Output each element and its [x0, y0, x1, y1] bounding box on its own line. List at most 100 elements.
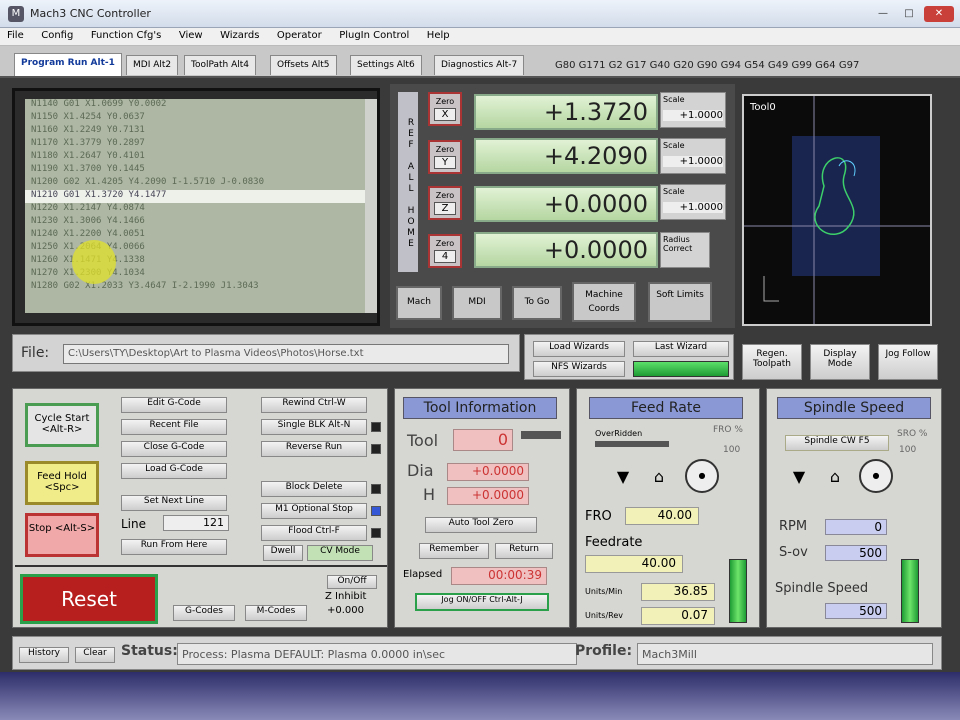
gcode-line[interactable]: N1280 G02 X1.2033 Y3.4647 I-2.1990 J1.30…: [25, 281, 365, 294]
feed-down-icon[interactable]: ▼: [613, 467, 633, 487]
m1-optional-stop-button[interactable]: M1 Optional Stop: [261, 503, 367, 519]
spindle-cw-button[interactable]: Spindle CW F5: [785, 435, 889, 451]
z-inhibit-onoff-button[interactable]: On/Off: [327, 575, 377, 589]
line-value[interactable]: 121: [163, 515, 229, 531]
gcode-scrollbar[interactable]: [365, 99, 377, 313]
feed-reset-home-icon[interactable]: ⌂: [649, 467, 669, 487]
spindle-reset-button[interactable]: ●: [859, 459, 893, 493]
zero-z-button[interactable]: Zero Z: [428, 186, 462, 220]
load-wizards-button[interactable]: Load Wizards: [533, 341, 625, 357]
run-from-here-button[interactable]: Run From Here: [121, 539, 227, 555]
machine-coords-button[interactable]: Machine Coords: [572, 282, 636, 322]
z-inhibit-value[interactable]: +0.000: [327, 605, 364, 616]
radius-correct-button[interactable]: Radius Correct: [660, 232, 710, 268]
clear-button[interactable]: Clear: [75, 647, 115, 663]
menu-file[interactable]: File: [0, 28, 31, 43]
gcode-line[interactable]: N1230 X1.3006 Y4.1466: [25, 216, 365, 229]
scale-z[interactable]: Scale +1.0000: [660, 184, 726, 220]
gcode-line[interactable]: N1210 G01 X1.3720 Y4.1477: [25, 190, 365, 203]
tab-diagnostics[interactable]: Diagnostics Alt-7: [434, 55, 525, 75]
tool-diameter[interactable]: +0.0000: [447, 463, 529, 481]
zero-x-button[interactable]: Zero X: [428, 92, 462, 126]
menu-help[interactable]: Help: [420, 28, 457, 43]
toolpath-display[interactable]: Tool0: [742, 94, 932, 326]
cycle-start-button[interactable]: Cycle Start <Alt-R>: [25, 403, 99, 447]
block-delete-button[interactable]: Block Delete: [261, 481, 367, 497]
spindle-reset-home-icon[interactable]: ⌂: [825, 467, 845, 487]
regen-toolpath-button[interactable]: Regen. Toolpath: [742, 344, 802, 380]
rewind-button[interactable]: Rewind Ctrl-W: [261, 397, 367, 413]
tab-settings[interactable]: Settings Alt6: [350, 55, 422, 75]
close-icon[interactable]: ✕: [924, 6, 954, 22]
tab-program-run[interactable]: Program Run Alt-1: [14, 53, 122, 76]
return-button[interactable]: Return: [495, 543, 553, 559]
dro-y-value[interactable]: +4.2090: [474, 138, 658, 174]
history-button[interactable]: History: [19, 647, 69, 663]
soft-limits-button[interactable]: Soft Limits: [648, 282, 712, 322]
gcode-line[interactable]: N1240 X1.2200 Y4.0051: [25, 229, 365, 242]
gcodes-button[interactable]: G-Codes: [173, 605, 235, 621]
jog-onoff-button[interactable]: Jog ON/OFF Ctrl-Alt-J: [415, 593, 549, 611]
gcode-line[interactable]: N1140 G01 X1.0699 Y0.0002: [25, 99, 365, 112]
display-mode-button[interactable]: Display Mode: [810, 344, 870, 380]
gcode-line[interactable]: N1220 X1.2147 Y4.0874: [25, 203, 365, 216]
spindle-speed-value[interactable]: 500: [825, 603, 887, 619]
tab-toolpath[interactable]: ToolPath Alt4: [184, 55, 257, 75]
recent-file-button[interactable]: Recent File: [121, 419, 227, 435]
gcode-line[interactable]: N1190 X1.3700 Y0.1445: [25, 164, 365, 177]
gcode-list[interactable]: N1140 G01 X1.0699 Y0.0002 N1150 X1.4254 Y…: [25, 99, 365, 313]
dro-z-value[interactable]: +0.0000: [474, 186, 658, 222]
dwell-button[interactable]: Dwell: [263, 545, 303, 561]
reverse-run-button[interactable]: Reverse Run: [261, 441, 367, 457]
load-gcode-button[interactable]: Load G-Code: [121, 463, 227, 479]
dro-x-value[interactable]: +1.3720: [474, 94, 658, 130]
gcode-line[interactable]: N1180 X1.2647 Y0.4101: [25, 151, 365, 164]
tool-height[interactable]: +0.0000: [447, 487, 529, 505]
menu-operator[interactable]: Operator: [270, 28, 329, 43]
mcodes-button[interactable]: M-Codes: [245, 605, 307, 621]
feed-hold-button[interactable]: Feed Hold <Spc>: [25, 461, 99, 505]
gcode-line[interactable]: N1160 X1.2249 Y0.7131: [25, 125, 365, 138]
tab-offsets[interactable]: Offsets Alt5: [270, 55, 337, 75]
menu-plugin-control[interactable]: PlugIn Control: [332, 28, 416, 43]
menu-config[interactable]: Config: [34, 28, 80, 43]
jog-follow-button[interactable]: Jog Follow: [878, 344, 938, 380]
auto-tool-zero-button[interactable]: Auto Tool Zero: [425, 517, 537, 533]
single-block-button[interactable]: Single BLK Alt-N: [261, 419, 367, 435]
reset-button[interactable]: Reset: [20, 574, 158, 624]
close-gcode-button[interactable]: Close G-Code: [121, 441, 227, 457]
set-next-line-button[interactable]: Set Next Line: [121, 495, 227, 511]
nfs-wizards-button[interactable]: NFS Wizards: [533, 361, 625, 377]
gcode-line[interactable]: N1170 X1.3779 Y0.2897: [25, 138, 365, 151]
menu-view[interactable]: View: [172, 28, 210, 43]
spindle-down-icon[interactable]: ▼: [789, 467, 809, 487]
flood-button[interactable]: Flood Ctrl-F: [261, 525, 367, 541]
maximize-icon[interactable]: □: [898, 6, 920, 22]
menu-function-cfgs[interactable]: Function Cfg's: [84, 28, 169, 43]
scale-x[interactable]: Scale +1.0000: [660, 92, 726, 128]
tool-number[interactable]: 0: [453, 429, 513, 451]
gcode-line[interactable]: N1150 X1.4254 Y0.0637: [25, 112, 365, 125]
sro-pct-label: SRO %: [897, 429, 928, 439]
feed-reset-button[interactable]: ●: [685, 459, 719, 493]
gcode-line[interactable]: N1200 G02 X1.4205 Y4.2090 I-1.5710 J-0.0…: [25, 177, 365, 190]
to-go-button[interactable]: To Go: [512, 286, 562, 320]
feedrate-value[interactable]: 40.00: [585, 555, 683, 573]
stop-button[interactable]: Stop <Alt-S>: [25, 513, 99, 557]
scale-y[interactable]: Scale +1.0000: [660, 138, 726, 174]
minimize-icon[interactable]: —: [872, 6, 894, 22]
gcode-display[interactable]: N1140 G01 X1.0699 Y0.0002 N1150 X1.4254 Y…: [12, 88, 380, 326]
menu-wizards[interactable]: Wizards: [213, 28, 266, 43]
screen-bottom-band: [0, 672, 960, 720]
last-wizard-button[interactable]: Last Wizard: [633, 341, 729, 357]
fro-value[interactable]: 40.00: [625, 507, 699, 525]
edit-gcode-button[interactable]: Edit G-Code: [121, 397, 227, 413]
tab-mdi[interactable]: MDI Alt2: [126, 55, 179, 75]
mdi-button[interactable]: MDI: [452, 286, 502, 320]
zero-y-button[interactable]: Zero Y: [428, 140, 462, 174]
mach-coords-button[interactable]: Mach: [396, 286, 442, 320]
remember-button[interactable]: Remember: [419, 543, 489, 559]
dro-4-value[interactable]: +0.0000: [474, 232, 658, 268]
zero-4-button[interactable]: Zero 4: [428, 234, 462, 268]
cv-mode-button[interactable]: CV Mode: [307, 545, 373, 561]
